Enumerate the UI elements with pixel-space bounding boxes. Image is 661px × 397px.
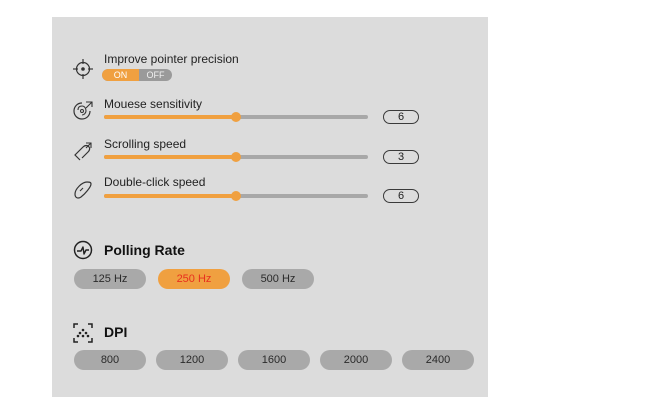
dpi-800-button[interactable]: 800 <box>74 350 146 370</box>
double-click-speed-slider[interactable] <box>104 191 368 201</box>
slider-fill <box>104 194 236 198</box>
pointer-precision-toggle[interactable]: ON OFF <box>102 69 172 81</box>
double-click-speed-value[interactable]: 6 <box>383 189 419 203</box>
dpi-icon <box>73 323 93 343</box>
polling-rate-500-button[interactable]: 500 Hz <box>242 269 314 289</box>
slider-knob[interactable] <box>231 191 241 201</box>
pointer-precision-label: Improve pointer precision <box>104 52 239 66</box>
scrolling-speed-slider[interactable] <box>104 152 368 162</box>
double-click-speed-label: Double-click speed <box>104 175 206 189</box>
polling-rate-icon <box>73 240 93 260</box>
scroll-icon <box>74 142 92 161</box>
polling-rate-250-button[interactable]: 250 Hz <box>158 269 230 289</box>
toggle-on-label: ON <box>102 69 139 81</box>
toggle-off-label: OFF <box>146 70 165 80</box>
scrolling-speed-value[interactable]: 3 <box>383 150 419 164</box>
crosshair-icon <box>73 59 93 79</box>
slider-knob[interactable] <box>231 152 241 162</box>
dpi-1600-button[interactable]: 1600 <box>238 350 310 370</box>
polling-rate-title: Polling Rate <box>104 242 185 258</box>
slider-fill <box>104 155 236 159</box>
mouse-sensitivity-label: Mouese sensitivity <box>104 97 203 111</box>
dpi-1200-button[interactable]: 1200 <box>156 350 228 370</box>
dpi-2400-button[interactable]: 2400 <box>402 350 474 370</box>
mouse-speed-icon <box>73 101 93 120</box>
dpi-title: DPI <box>104 324 128 340</box>
mouse-sensitivity-value[interactable]: 6 <box>383 110 419 124</box>
scrolling-speed-label: Scrolling speed <box>104 137 187 151</box>
double-click-icon <box>74 181 92 199</box>
slider-knob[interactable] <box>231 112 241 122</box>
mouse-settings-panel: Improve pointer precision ON OFF Mouese … <box>52 17 488 397</box>
slider-fill <box>104 115 236 119</box>
dpi-2000-button[interactable]: 2000 <box>320 350 392 370</box>
mouse-sensitivity-slider[interactable] <box>104 112 368 122</box>
polling-rate-125-button[interactable]: 125 Hz <box>74 269 146 289</box>
